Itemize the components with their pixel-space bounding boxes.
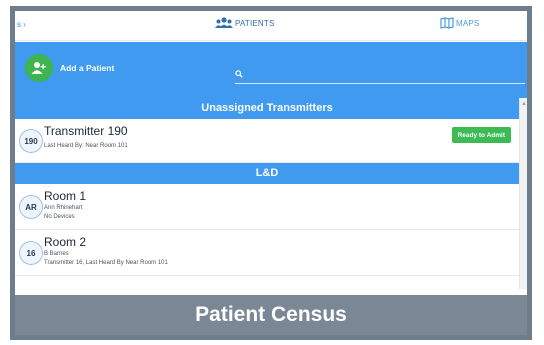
top-nav: s › PATIENTS MAPS bbox=[15, 11, 527, 41]
ready-to-admit-button[interactable]: Ready to Admit bbox=[451, 127, 511, 143]
action-bar: Add a Patient bbox=[15, 42, 527, 98]
search-bar bbox=[235, 64, 525, 84]
avatar-badge: AR bbox=[19, 195, 43, 219]
avatar-badge: 190 bbox=[19, 129, 43, 153]
avatar-badge: 16 bbox=[19, 241, 43, 265]
app-window: s › PATIENTS MAPS Add a Patient Unassign… bbox=[10, 6, 532, 340]
row-subtitle: No Devices bbox=[44, 214, 75, 220]
scroll-up-icon[interactable]: ▲ bbox=[521, 101, 527, 107]
row-title: Room 1 bbox=[44, 189, 87, 203]
caption-banner: Patient Census bbox=[15, 295, 527, 335]
add-patient-button[interactable]: Add a Patient bbox=[25, 54, 114, 82]
list-item[interactable]: 16 Room 2 B Barnes Transmitter 16, Last … bbox=[15, 230, 519, 276]
map-icon bbox=[440, 17, 454, 29]
add-user-icon bbox=[25, 54, 53, 82]
add-patient-label: Add a Patient bbox=[60, 63, 115, 73]
row-subtitle: Last Heard By: Near Room 101 bbox=[44, 143, 128, 149]
section-header-unassigned: Unassigned Transmitters bbox=[15, 98, 519, 119]
search-input[interactable] bbox=[247, 68, 517, 79]
list-item[interactable]: AR Room 1 Ann Rhinehart No Devices bbox=[15, 184, 519, 230]
row-subtitle: Transmitter 16, Last Heard By Near Room … bbox=[44, 260, 168, 266]
row-subtitle: Ann Rhinehart bbox=[44, 205, 83, 211]
tab-patients[interactable]: PATIENTS bbox=[215, 17, 275, 29]
tab-patients-label: PATIENTS bbox=[235, 18, 275, 28]
tab-maps[interactable]: MAPS bbox=[440, 17, 479, 29]
search-icon bbox=[235, 65, 243, 83]
screenshot-frame: s › PATIENTS MAPS Add a Patient Unassign… bbox=[0, 0, 544, 345]
row-title: Room 2 bbox=[44, 235, 87, 249]
section-header-ld: L&D bbox=[15, 163, 519, 184]
people-icon bbox=[215, 17, 233, 29]
row-title: Transmitter 190 bbox=[44, 124, 128, 138]
tab-maps-label: MAPS bbox=[456, 18, 480, 28]
list-item[interactable]: 190 Transmitter 190 Last Heard By: Near … bbox=[15, 119, 519, 163]
nav-left-stub[interactable]: s › bbox=[17, 20, 26, 29]
row-subtitle: B Barnes bbox=[44, 251, 69, 257]
